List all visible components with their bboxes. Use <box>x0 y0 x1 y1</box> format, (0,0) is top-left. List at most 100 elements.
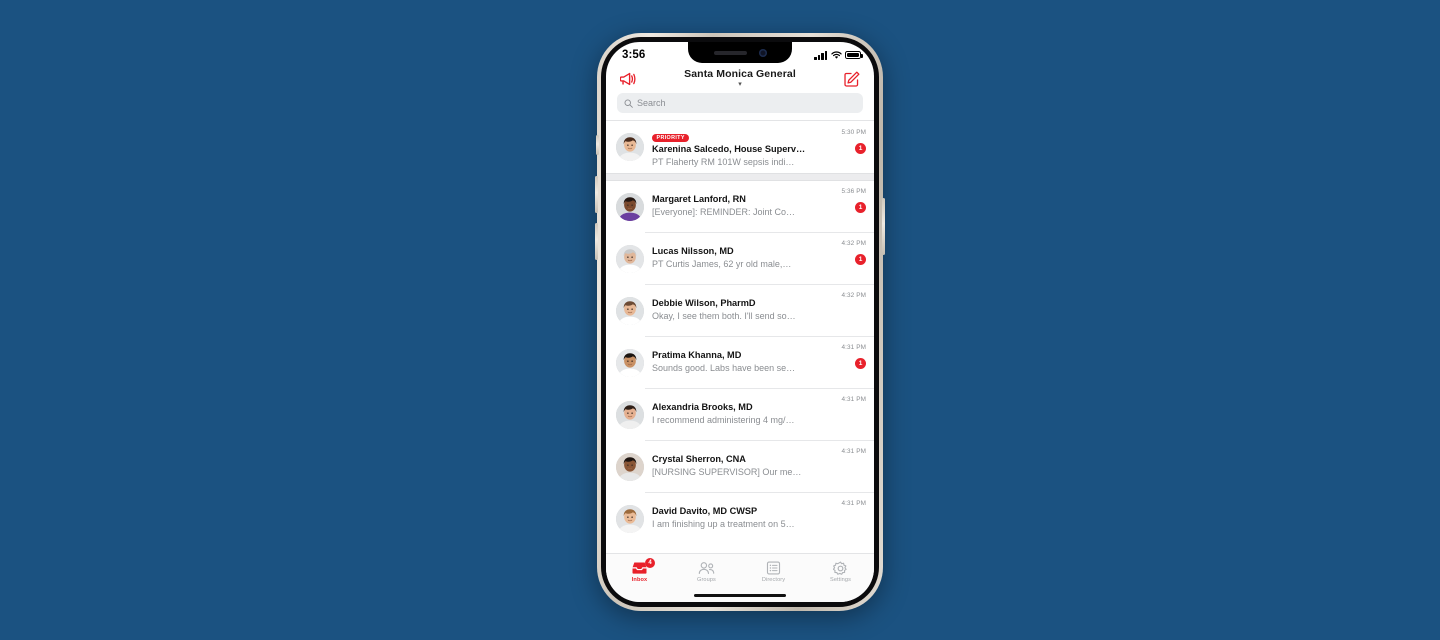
message-preview: PT Curtis James, 62 yr old male,… <box>652 258 792 269</box>
conversation-row[interactable]: Pratima Khanna, MD Sounds good. Labs have… <box>606 337 874 388</box>
wifi-icon <box>830 51 842 59</box>
inbox-icon: 4 <box>631 557 655 576</box>
tab-label: Inbox <box>631 576 648 583</box>
message-timestamp: 4:31 PM <box>841 344 866 351</box>
directory-icon <box>766 561 781 576</box>
volume-down-button[interactable] <box>595 223 598 260</box>
chevron-down-icon: ▾ <box>738 80 742 88</box>
conversation-meta: 4:31 PM <box>830 493 866 544</box>
conversation-text: PRIORITY Karenina Salcedo, House Superv… P… <box>652 126 830 169</box>
message-preview: [NURSING SUPERVISOR] Our me… <box>652 466 802 477</box>
unread-badge: 1 <box>855 254 866 265</box>
phone-screen: 3:56 Santa Monica General ▾ Search PRIOR… <box>606 42 874 602</box>
message-preview: I am finishing up a treatment on 5… <box>652 518 795 529</box>
conversation-meta: 4:31 PM <box>830 389 866 440</box>
sender-name: Debbie Wilson, PharmD <box>652 298 756 309</box>
message-timestamp: 5:36 PM <box>841 188 866 195</box>
message-timestamp: 4:32 PM <box>841 240 866 247</box>
battery-icon <box>845 50 863 60</box>
tab-unread-badge: 4 <box>645 557 655 568</box>
conversation-text: Alexandria Brooks, MD I recommend adminis… <box>652 402 830 426</box>
tab-label: Settings <box>829 576 851 583</box>
unread-badge: 1 <box>855 358 866 369</box>
message-preview: PT Flaherty RM 101W sepsis indi… <box>652 156 795 167</box>
section-divider <box>606 173 874 181</box>
sender-name: Crystal Sherron, CNA <box>652 454 746 465</box>
message-preview: [Everyone]: REMINDER: Joint Co… <box>652 206 796 217</box>
conversation-row[interactable]: Alexandria Brooks, MD I recommend adminis… <box>606 389 874 440</box>
tab-label: Groups <box>697 576 716 583</box>
sender-name: Lucas Nilsson, MD <box>652 246 734 257</box>
megaphone-icon[interactable] <box>617 69 639 89</box>
search-placeholder: Search <box>637 98 666 108</box>
conversation-meta: 4:31 PM <box>830 441 866 492</box>
silent-switch[interactable] <box>596 135 599 155</box>
volume-up-button[interactable] <box>595 176 598 213</box>
conversation-meta: 4:31 PM 1 <box>830 337 866 388</box>
message-preview: Okay, I see them both. I'll send so… <box>652 310 796 321</box>
cellular-signal-icon <box>814 50 827 60</box>
tab-groups[interactable]: Groups <box>673 554 740 589</box>
groups-icon <box>698 561 715 576</box>
inbox-list[interactable]: PRIORITY Karenina Salcedo, House Superv… P… <box>606 120 874 553</box>
unread-badge: 1 <box>855 202 866 213</box>
tab-directory[interactable]: Directory <box>740 554 807 589</box>
sender-name: Pratima Khanna, MD <box>652 350 742 361</box>
message-timestamp: 4:31 PM <box>841 500 866 507</box>
message-timestamp: 4:32 PM <box>841 292 866 299</box>
message-timestamp: 4:31 PM <box>841 448 866 455</box>
search-icon <box>624 99 633 108</box>
avatar-debbie-wilson-avatar <box>616 296 644 325</box>
message-timestamp: 5:30 PM <box>841 129 866 136</box>
message-preview: I recommend administering 4 mg/… <box>652 414 795 425</box>
sender-name: David Davito, MD CWSP <box>652 506 758 517</box>
tab-bar[interactable]: 4 Inbox Groups Directory Settings <box>606 553 874 589</box>
tab-label: Directory <box>761 576 786 583</box>
conversation-row[interactable]: Lucas Nilsson, MD PT Curtis James, 62 yr … <box>606 233 874 284</box>
tab-settings[interactable]: Settings <box>807 554 874 589</box>
conversation-meta: 5:30 PM 1 <box>830 121 866 173</box>
message-preview: Sounds good. Labs have been se… <box>652 362 796 373</box>
search-container: Search <box>606 92 874 120</box>
home-indicator-area <box>606 589 874 602</box>
avatar-karenina-salcedo-avatar <box>616 133 644 161</box>
avatar-margaret-lanford-avatar <box>616 192 644 221</box>
conversation-row[interactable]: PRIORITY Karenina Salcedo, House Superv… P… <box>606 121 874 173</box>
conversation-text: Margaret Lanford, RN [Everyone]: REMINDER… <box>652 194 830 218</box>
conversation-meta: 4:32 PM 1 <box>830 233 866 284</box>
avatar-alexandria-brooks-avatar <box>616 400 644 429</box>
message-timestamp: 4:31 PM <box>841 396 866 403</box>
avatar-pratima-khanna-avatar <box>616 348 644 377</box>
gear-icon <box>833 560 848 576</box>
status-bar-time: 3:56 <box>622 49 646 61</box>
avatar-lucas-nilsson-avatar <box>616 244 644 273</box>
organization-selector[interactable]: Santa Monica General ▾ <box>684 69 796 88</box>
conversation-text: Debbie Wilson, PharmD Okay, I see them bo… <box>652 298 830 322</box>
conversation-text: Pratima Khanna, MD Sounds good. Labs have… <box>652 350 830 374</box>
conversation-row[interactable]: Debbie Wilson, PharmD Okay, I see them bo… <box>606 285 874 336</box>
page-title: Santa Monica General <box>684 68 796 81</box>
sender-name: Karenina Salcedo, House Superv… <box>652 144 806 155</box>
avatar-crystal-sherron-avatar <box>616 452 644 481</box>
conversation-row[interactable]: Crystal Sherron, CNA [NURSING SUPERVISOR]… <box>606 441 874 492</box>
phone-mockup: 3:56 Santa Monica General ▾ Search PRIOR… <box>595 33 885 611</box>
conversation-meta: 5:36 PM 1 <box>830 181 866 232</box>
home-indicator[interactable] <box>694 593 786 598</box>
search-input[interactable]: Search <box>617 93 863 113</box>
app-header: Santa Monica General ▾ <box>606 65 874 92</box>
unread-badge: 1 <box>855 143 866 154</box>
status-bar: 3:56 <box>606 42 874 65</box>
priority-badge: PRIORITY <box>652 133 690 143</box>
avatar-david-davito-avatar <box>616 504 644 533</box>
tab-inbox[interactable]: 4 Inbox <box>606 554 673 589</box>
conversation-text: Crystal Sherron, CNA [NURSING SUPERVISOR]… <box>652 454 830 478</box>
conversation-text: David Davito, MD CWSP I am finishing up a… <box>652 506 830 530</box>
conversation-meta: 4:32 PM <box>830 285 866 336</box>
conversation-row[interactable]: Margaret Lanford, RN [Everyone]: REMINDER… <box>606 181 874 232</box>
sender-name: Alexandria Brooks, MD <box>652 402 753 413</box>
compose-icon[interactable] <box>841 69 863 89</box>
conversation-row[interactable]: David Davito, MD CWSP I am finishing up a… <box>606 493 874 544</box>
power-button[interactable] <box>882 198 885 255</box>
status-bar-indicators <box>814 48 863 60</box>
sender-name: Margaret Lanford, RN <box>652 194 746 205</box>
